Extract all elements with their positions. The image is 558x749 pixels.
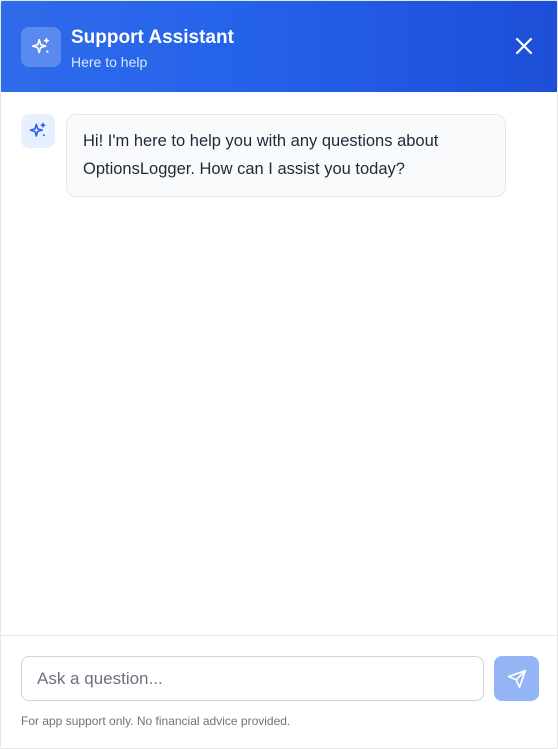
close-button[interactable] [513,35,535,57]
header-title: Support Assistant [71,27,234,48]
assistant-avatar [21,114,55,148]
question-input[interactable] [37,668,468,689]
assistant-message: Hi! I'm here to help you with any questi… [21,114,506,197]
question-input-wrapper[interactable] [21,656,484,701]
message-list: Hi! I'm here to help you with any questi… [1,92,557,635]
message-bubble: Hi! I'm here to help you with any questi… [66,114,506,197]
header-text: Support Assistant Here to help [71,27,234,71]
header-subtitle: Here to help [71,54,148,70]
send-icon [507,669,526,688]
support-chat-panel: Support Assistant Here to help Hi! I'm h… [0,0,558,749]
close-icon [515,37,533,55]
sparkles-icon [29,122,46,137]
send-button[interactable] [494,656,539,701]
sparkles-icon [21,27,61,67]
composer: For app support only. No financial advic… [1,635,557,748]
disclaimer-text: For app support only. No financial advic… [21,714,291,728]
chat-header: Support Assistant Here to help [1,1,557,92]
